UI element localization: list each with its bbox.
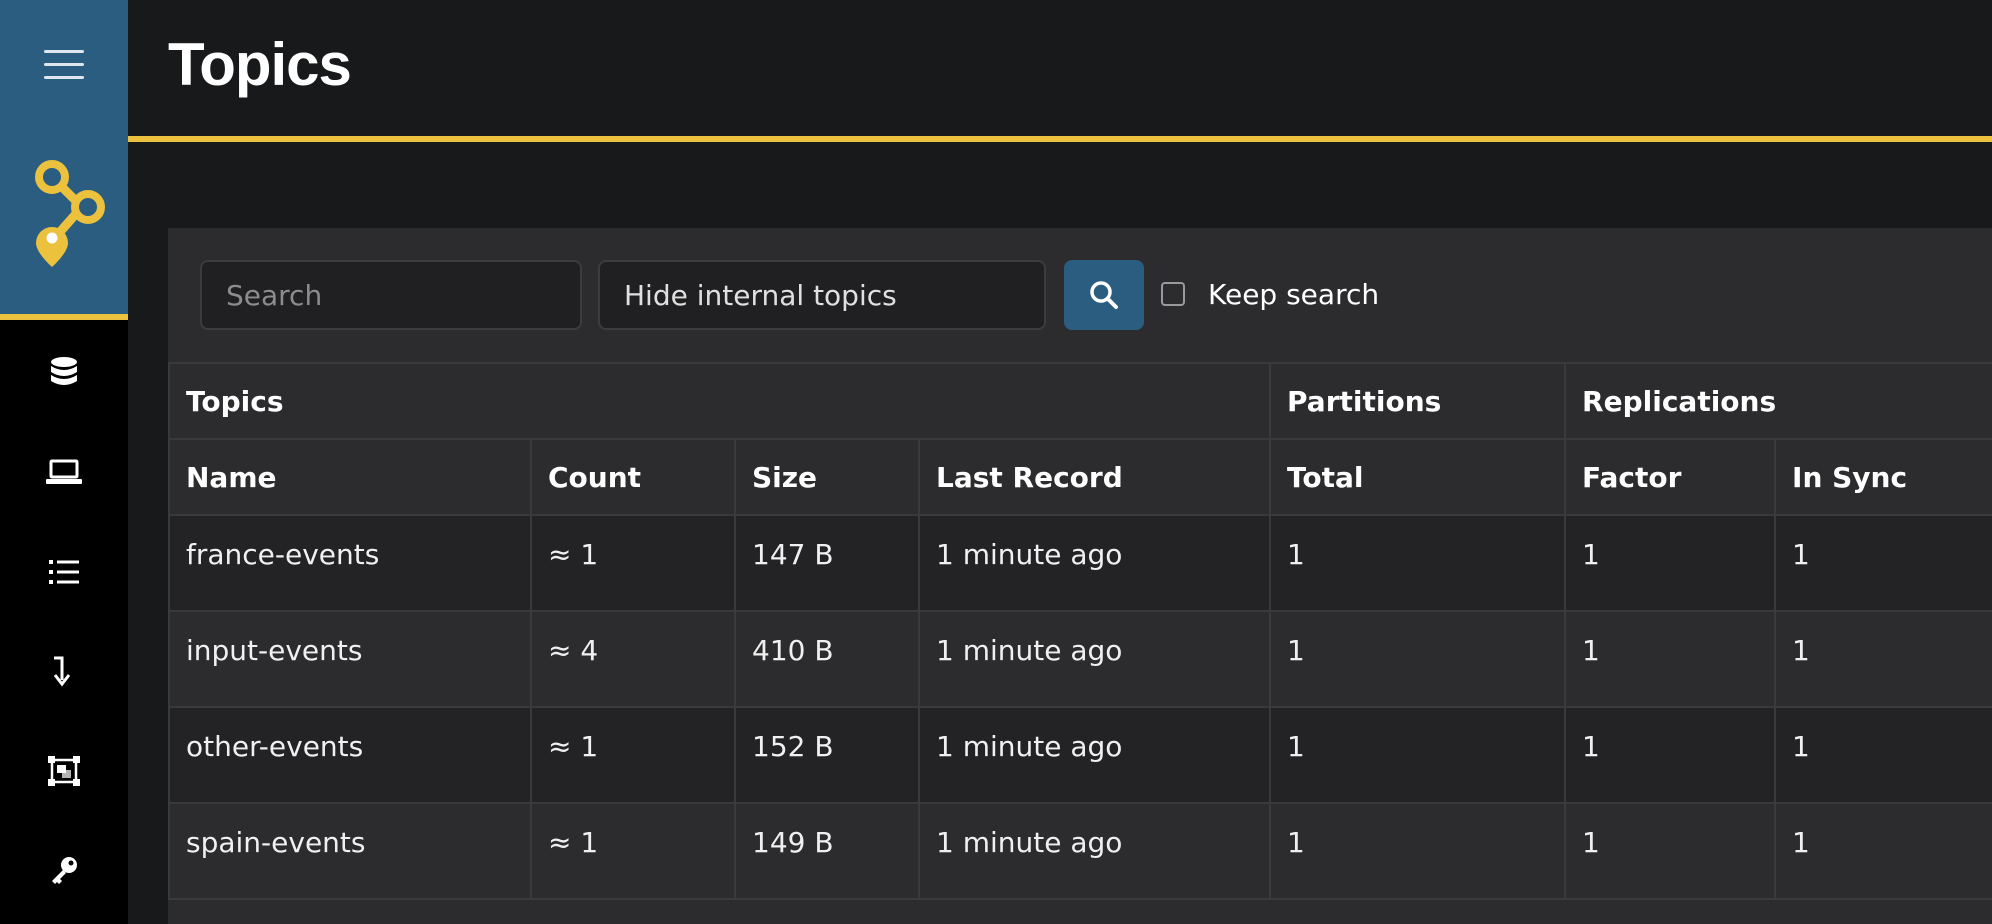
group-header-replications: Replications <box>1564 362 1992 440</box>
sidebar-brand <box>0 0 128 320</box>
cell-last-record: 1 minute ago <box>917 610 1272 708</box>
column-header-last-record[interactable]: Last Record <box>917 438 1272 516</box>
topics-panel: Hide internal topics Keep search Topics … <box>167 228 1992 924</box>
cell-replication-factor: 1 <box>1564 802 1777 900</box>
cell-partitions-total: 1 <box>1269 514 1567 612</box>
search-button[interactable] <box>1064 260 1144 330</box>
cell-count: ≈ 4 <box>530 610 736 708</box>
sidebar-item-schema[interactable] <box>0 741 128 801</box>
key-icon <box>52 857 77 884</box>
cell-last-record: 1 minute ago <box>917 802 1272 900</box>
cell-size: 152 B <box>734 706 920 804</box>
sidebar-item-acls[interactable] <box>0 840 128 900</box>
cell-size: 149 B <box>734 802 920 900</box>
cell-replication-factor: 1 <box>1564 706 1777 804</box>
column-header-row: Name Count Size Last Record Total Factor… <box>168 438 1992 516</box>
group-header-topics: Topics <box>167 362 1272 440</box>
arrow-down-icon <box>53 656 71 687</box>
sidebar-item-laptop[interactable] <box>0 442 128 502</box>
table-row[interactable]: other-events ≈ 1 152 B 1 minute ago 1 1 … <box>168 706 1992 804</box>
cell-name[interactable]: france-events <box>168 514 532 612</box>
cell-replication-factor: 1 <box>1564 514 1777 612</box>
app-root: Topics Hide internal topics Keep search <box>0 0 1992 924</box>
cell-in-sync: 1 <box>1774 610 1992 708</box>
column-header-size[interactable]: Size <box>734 438 920 516</box>
sidebar-item-topics[interactable] <box>0 542 128 602</box>
sidebar <box>0 0 128 924</box>
keep-search-label: Keep search <box>1208 278 1380 311</box>
topic-filter-select[interactable]: Hide internal topics <box>598 260 1046 330</box>
header: Topics <box>128 0 1992 142</box>
cell-partitions-total: 1 <box>1269 706 1567 804</box>
schema-icon <box>48 756 80 786</box>
toolbar: Hide internal topics Keep search <box>168 228 1992 362</box>
cell-in-sync: 1 <box>1774 802 1992 900</box>
cell-count: ≈ 1 <box>530 514 736 612</box>
cell-size: 410 B <box>734 610 920 708</box>
cell-size: 147 B <box>734 514 920 612</box>
hamburger-menu-icon[interactable] <box>44 50 84 80</box>
table-row[interactable]: input-events ≈ 4 410 B 1 minute ago 1 1 … <box>168 610 1992 708</box>
cell-in-sync: 1 <box>1774 514 1992 612</box>
cell-partitions-total: 1 <box>1269 802 1567 900</box>
cell-count: ≈ 1 <box>530 802 736 900</box>
cell-last-record: 1 minute ago <box>917 514 1272 612</box>
column-header-in-sync[interactable]: In Sync <box>1774 438 1992 516</box>
keep-search-checkbox[interactable] <box>1161 282 1185 306</box>
database-icon <box>51 357 77 385</box>
column-header-total[interactable]: Total <box>1269 438 1567 516</box>
cell-name[interactable]: input-events <box>168 610 532 708</box>
logo-icon <box>35 160 105 267</box>
group-header-row: Topics Partitions Replications <box>167 362 1992 440</box>
table-row[interactable]: spain-events ≈ 1 149 B 1 minute ago 1 1 … <box>168 802 1992 900</box>
cell-name[interactable]: spain-events <box>168 802 532 900</box>
cell-count: ≈ 1 <box>530 706 736 804</box>
sidebar-item-consumer[interactable] <box>0 641 128 701</box>
topic-filter-value: Hide internal topics <box>624 278 897 312</box>
cell-name[interactable]: other-events <box>168 706 532 804</box>
column-header-name[interactable]: Name <box>168 438 532 516</box>
page-title: Topics <box>168 31 352 98</box>
laptop-icon <box>46 459 82 484</box>
cell-partitions-total: 1 <box>1269 610 1567 708</box>
cell-replication-factor: 1 <box>1564 610 1777 708</box>
list-icon <box>49 560 79 584</box>
search-input[interactable] <box>200 260 582 330</box>
column-header-count[interactable]: Count <box>530 438 736 516</box>
column-header-factor[interactable]: Factor <box>1564 438 1777 516</box>
sidebar-item-nodes[interactable] <box>0 342 128 402</box>
cell-in-sync: 1 <box>1774 706 1992 804</box>
topics-table: Topics Partitions Replications Name Coun… <box>167 362 1992 900</box>
group-header-partitions: Partitions <box>1269 362 1567 440</box>
search-icon <box>1090 281 1118 309</box>
table-row[interactable]: france-events ≈ 1 147 B 1 minute ago 1 1… <box>168 514 1992 612</box>
cell-last-record: 1 minute ago <box>917 706 1272 804</box>
